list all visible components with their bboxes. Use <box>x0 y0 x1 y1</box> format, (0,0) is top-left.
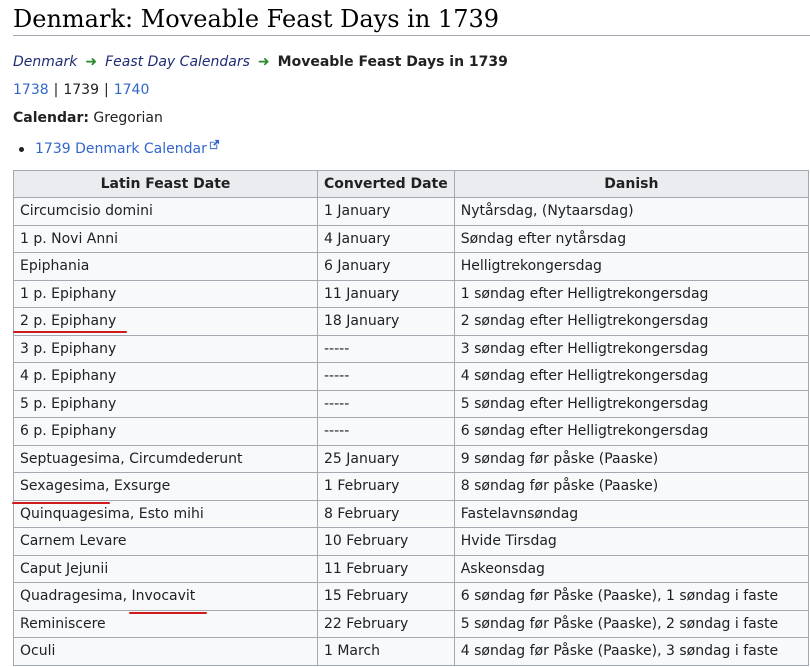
danish-cell: 3 søndag efter Helligtrekongersdag <box>453 334 810 363</box>
converted-date-cell: 18 January <box>317 307 455 336</box>
converted-date-cell: 1 January <box>317 197 455 226</box>
year-link-prev[interactable]: 1738 <box>13 82 49 98</box>
danish-cell: 8 søndag før påske (Paaske) <box>453 472 810 501</box>
latin-feast-date-cell: Septuagesima, Circumdederunt <box>13 444 318 473</box>
separator: | <box>53 82 59 98</box>
table-row: Epiphania 6 January Helligtrekongersdag <box>13 252 810 281</box>
table-row: 6 p. Epiphany ----- 6 søndag efter Helligt… <box>13 417 810 446</box>
table-row: 3 p. Epiphany ----- 3 søndag efter Helligt… <box>13 334 810 363</box>
converted-date-cell: 10 February <box>317 527 455 556</box>
table-row: Oculi 1 March 4 søndag før Påske (Paaske),… <box>13 637 810 666</box>
red-underline-annotation <box>129 612 207 614</box>
converted-date-cell: 22 February <box>317 609 455 638</box>
converted-date-cell: ----- <box>317 334 455 363</box>
danish-cell: 4 søndag efter Helligtrekongersdag <box>453 362 810 391</box>
latin-feast-date-cell: 3 p. Epiphany <box>13 334 318 363</box>
table-row: Quinquagesima, Esto mihi 8 February Fastel… <box>13 499 810 528</box>
year-link-next[interactable]: 1740 <box>114 82 150 98</box>
title-divider <box>13 35 810 36</box>
table-row: Sexagesima, Exsurge 1 February 8 søndag fø… <box>13 472 810 501</box>
danish-cell: 2 søndag efter Helligtrekongersdag <box>453 307 810 336</box>
latin-feast-date-cell: 4 p. Epiphany <box>13 362 318 391</box>
table-header-row: Latin Feast Date Converted Date Danish <box>13 170 810 198</box>
latin-feast-date-cell: Oculi <box>13 637 318 666</box>
table-row: 1 p. Epiphany 11 January 1 søndag efter He… <box>13 279 810 308</box>
latin-feast-date-cell: Epiphania <box>13 252 318 281</box>
table-row: Circumcisio domini 1 January Nytårsdag, (N… <box>13 197 810 226</box>
bullet-icon <box>19 146 24 152</box>
latin-feast-date-cell: 1 p. Epiphany <box>13 279 318 308</box>
converted-date-cell: 6 January <box>317 252 455 281</box>
converted-date-cell: ----- <box>317 417 455 446</box>
danish-cell: 6 søndag efter Helligtrekongersdag <box>453 417 810 446</box>
page-content: Denmark: Moveable Feast Days in 1739 Den… <box>12 0 810 666</box>
page-title: Denmark: Moveable Feast Days in 1739 <box>13 5 499 33</box>
table-row: Carnem Levare 10 February Hvide Tirsdag <box>13 527 810 556</box>
table-row: 4 p. Epiphany ----- 4 søndag efter Helligt… <box>13 362 810 391</box>
danish-cell: Hvide Tirsdag <box>453 527 810 556</box>
converted-date-cell: 1 February <box>317 472 455 501</box>
table-row: Septuagesima, Circumdederunt 25 January 9 … <box>13 444 810 473</box>
arrow-right-icon: ➜ <box>257 54 270 70</box>
calendar-label: Calendar: <box>13 110 89 126</box>
converted-date-cell: 25 January <box>317 444 455 473</box>
red-underline-annotation <box>13 331 127 333</box>
header-converted-date: Converted Date <box>317 170 455 198</box>
table-row: 1 p. Novi Anni 4 January Søndag efter nytå… <box>13 224 810 253</box>
latin-feast-date-cell: Caput Jejunii <box>13 554 318 583</box>
latin-feast-date-cell: 5 p. Epiphany <box>13 389 318 418</box>
latin-feast-date-cell: Sexagesima, Exsurge <box>13 472 318 501</box>
converted-date-cell: 1 March <box>317 637 455 666</box>
calendar-link-item: 1739 Denmark Calendar <box>19 136 220 159</box>
danish-cell: 4 søndag før Påske (Paaske), 3 søndag i … <box>453 637 810 666</box>
table-row: 5 p. Epiphany ----- 5 søndag efter Helligt… <box>13 389 810 418</box>
converted-date-cell: ----- <box>317 389 455 418</box>
header-latin-feast-date: Latin Feast Date <box>13 170 318 198</box>
converted-date-cell: 8 February <box>317 499 455 528</box>
table-row: Quadragesima, Invocavit 15 February 6 sønd… <box>13 582 810 611</box>
latin-feast-date-cell: Reminiscere <box>13 609 318 638</box>
danish-cell: Fastelavnsøndag <box>453 499 810 528</box>
converted-date-cell: 11 February <box>317 554 455 583</box>
calendar-link[interactable]: 1739 Denmark Calendar <box>35 141 207 157</box>
year-current: 1739 <box>63 82 99 98</box>
danish-cell: 5 søndag før Påske (Paaske), 2 søndag i … <box>453 609 810 638</box>
danish-cell: Søndag efter nytårsdag <box>453 224 810 253</box>
converted-date-cell: 15 February <box>317 582 455 611</box>
latin-feast-date-cell: Carnem Levare <box>13 527 318 556</box>
breadcrumb-link-feast-day-calendars[interactable]: Feast Day Calendars <box>105 54 250 70</box>
danish-cell: 9 søndag før påske (Paaske) <box>453 444 810 473</box>
danish-cell: 6 søndag før Påske (Paaske), 1 søndag i … <box>453 582 810 611</box>
table-row: Caput Jejunii 11 February Askeonsdag <box>13 554 810 583</box>
calendar-info: Calendar: Gregorian <box>13 108 163 128</box>
breadcrumb-current: Moveable Feast Days in 1739 <box>277 54 508 70</box>
converted-date-cell: 11 January <box>317 279 455 308</box>
arrow-right-icon: ➜ <box>85 54 98 70</box>
breadcrumb-link-denmark[interactable]: Denmark <box>13 54 77 70</box>
converted-date-cell: ----- <box>317 362 455 391</box>
danish-cell: Askeonsdag <box>453 554 810 583</box>
year-navigation: 1738 | 1739 | 1740 <box>13 80 149 100</box>
separator: | <box>104 82 109 98</box>
external-link-icon <box>209 136 220 156</box>
table-row: Reminiscere 22 February 5 søndag før Påske… <box>13 609 810 638</box>
breadcrumb: Denmark ➜ Feast Day Calendars ➜ Moveable Fea… <box>13 52 508 72</box>
latin-feast-date-cell: Circumcisio domini <box>13 197 318 226</box>
danish-cell: Nytårsdag, (Nytaarsdag) <box>453 197 810 226</box>
red-underline-annotation <box>12 502 110 504</box>
calendar-value: Gregorian <box>93 110 163 126</box>
header-danish: Danish <box>453 170 810 198</box>
danish-cell: Helligtrekongersdag <box>453 252 810 281</box>
latin-feast-date-cell: 6 p. Epiphany <box>13 417 318 446</box>
latin-feast-date-cell: 1 p. Novi Anni <box>13 224 318 253</box>
table-row: 2 p. Epiphany 18 January 2 søndag efter He… <box>13 307 810 336</box>
danish-cell: 5 søndag efter Helligtrekongersdag <box>453 389 810 418</box>
danish-cell: 1 søndag efter Helligtrekongersdag <box>453 279 810 308</box>
converted-date-cell: 4 January <box>317 224 455 253</box>
feast-days-table: Latin Feast Date Converted Date Danish C… <box>13 170 810 666</box>
latin-feast-date-cell: Quinquagesima, Esto mihi <box>13 499 318 528</box>
latin-feast-date-cell: Quadragesima, Invocavit <box>13 582 318 611</box>
